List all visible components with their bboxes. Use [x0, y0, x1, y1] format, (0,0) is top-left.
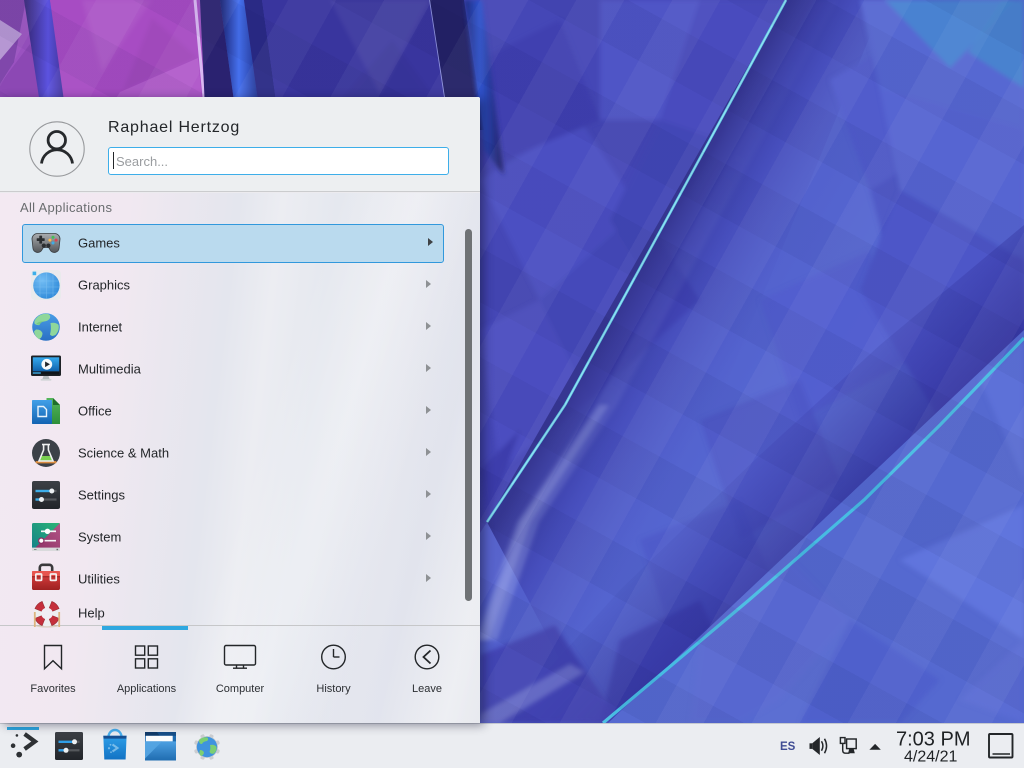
svg-text:4/24/21: 4/24/21 — [904, 749, 957, 766]
svg-text:7:03 PM: 7:03 PM — [896, 729, 970, 751]
svg-text:ES: ES — [780, 741, 796, 753]
